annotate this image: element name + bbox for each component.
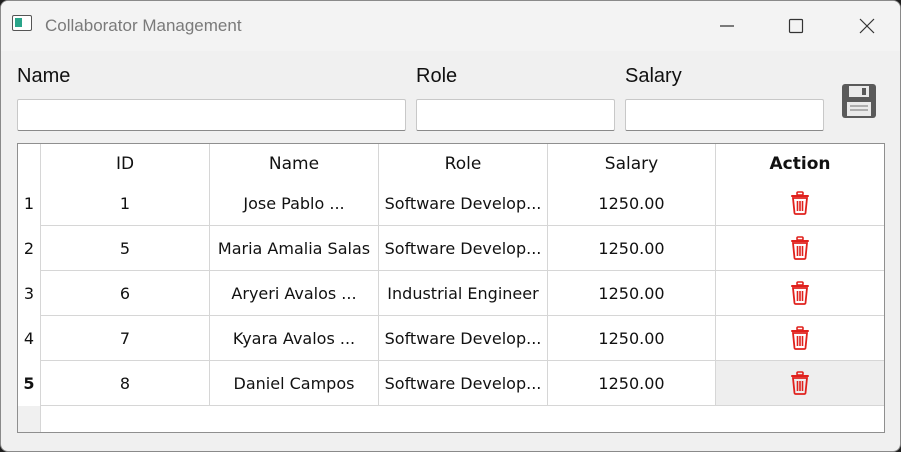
column-header-salary[interactable]: Salary bbox=[548, 144, 716, 184]
role-label: Role bbox=[416, 65, 458, 87]
cell-salary[interactable]: 1250.00 bbox=[548, 361, 716, 406]
column-header-role[interactable]: Role bbox=[379, 144, 548, 184]
table-row[interactable]: 8 Daniel Campos Software Develop... 1250.00 bbox=[41, 361, 884, 406]
cell-action[interactable] bbox=[716, 361, 884, 406]
table-row[interactable]: 1 Jose Pablo ... Software Develop... 1250.0… bbox=[41, 181, 884, 226]
cell-id[interactable]: 7 bbox=[41, 316, 210, 361]
cell-name[interactable]: Kyara Avalos ... bbox=[210, 316, 379, 361]
collaborators-table: ID Name Role Salary Action 1 1 Jose Pablo … bbox=[17, 143, 885, 433]
column-header-action[interactable]: Action bbox=[716, 144, 884, 184]
cell-role[interactable]: Software Develop... bbox=[379, 361, 548, 406]
row-number[interactable]: 2 bbox=[18, 226, 40, 271]
close-button[interactable] bbox=[844, 1, 890, 51]
floppy-disk-icon bbox=[842, 84, 876, 118]
minimize-icon bbox=[720, 25, 734, 27]
cell-role[interactable]: Software Develop... bbox=[379, 316, 548, 361]
cell-id[interactable]: 1 bbox=[41, 181, 210, 226]
cell-name[interactable]: Maria Amalia Salas bbox=[210, 226, 379, 271]
close-icon bbox=[859, 18, 875, 34]
row-number[interactable]: 4 bbox=[18, 316, 40, 361]
row-number[interactable]: 1 bbox=[18, 181, 40, 226]
row-number[interactable]: 5 bbox=[18, 361, 40, 406]
cell-action[interactable] bbox=[716, 271, 884, 316]
cell-salary[interactable]: 1250.00 bbox=[548, 271, 716, 316]
trash-icon[interactable] bbox=[789, 371, 811, 395]
cell-salary[interactable]: 1250.00 bbox=[548, 226, 716, 271]
cell-action[interactable] bbox=[716, 181, 884, 226]
cell-salary[interactable]: 1250.00 bbox=[548, 181, 716, 226]
cell-action[interactable] bbox=[716, 316, 884, 361]
cell-role[interactable]: Software Develop... bbox=[379, 226, 548, 271]
table-header-row: ID Name Role Salary Action bbox=[41, 144, 884, 184]
cell-name[interactable]: Aryeri Avalos ... bbox=[210, 271, 379, 316]
title-bar: Collaborator Management bbox=[1, 1, 900, 51]
trash-icon[interactable] bbox=[789, 326, 811, 350]
cell-id[interactable]: 8 bbox=[41, 361, 210, 406]
cell-id[interactable]: 5 bbox=[41, 226, 210, 271]
cell-name[interactable]: Daniel Campos bbox=[210, 361, 379, 406]
app-icon bbox=[12, 15, 32, 31]
role-input[interactable] bbox=[416, 99, 615, 131]
maximize-icon bbox=[788, 18, 804, 34]
salary-input[interactable] bbox=[625, 99, 824, 131]
salary-label: Salary bbox=[625, 65, 682, 87]
table-row[interactable]: 7 Kyara Avalos ... Software Develop... 1250… bbox=[41, 316, 884, 361]
cell-name[interactable]: Jose Pablo ... bbox=[210, 181, 379, 226]
app-window: Collaborator Management Name Role Salary bbox=[0, 0, 901, 452]
table-row[interactable]: 5 Maria Amalia Salas Software Develop... 12… bbox=[41, 226, 884, 271]
maximize-button[interactable] bbox=[773, 1, 819, 51]
table-row[interactable]: 6 Aryeri Avalos ... Industrial Engineer 125… bbox=[41, 271, 884, 316]
window-title: Collaborator Management bbox=[45, 16, 242, 35]
name-label: Name bbox=[17, 65, 71, 87]
row-number[interactable]: 3 bbox=[18, 271, 40, 316]
column-header-id[interactable]: ID bbox=[41, 144, 210, 184]
cell-role[interactable]: Industrial Engineer bbox=[379, 271, 548, 316]
minimize-button[interactable] bbox=[704, 1, 750, 51]
cell-action[interactable] bbox=[716, 226, 884, 271]
trash-icon[interactable] bbox=[789, 236, 811, 260]
name-input[interactable] bbox=[17, 99, 406, 131]
cell-id[interactable]: 6 bbox=[41, 271, 210, 316]
save-button[interactable] bbox=[837, 79, 881, 123]
cell-salary[interactable]: 1250.00 bbox=[548, 316, 716, 361]
row-header-filler bbox=[18, 406, 40, 432]
trash-icon[interactable] bbox=[789, 281, 811, 305]
trash-icon[interactable] bbox=[789, 191, 811, 215]
column-header-name[interactable]: Name bbox=[210, 144, 379, 184]
cell-role[interactable]: Software Develop... bbox=[379, 181, 548, 226]
